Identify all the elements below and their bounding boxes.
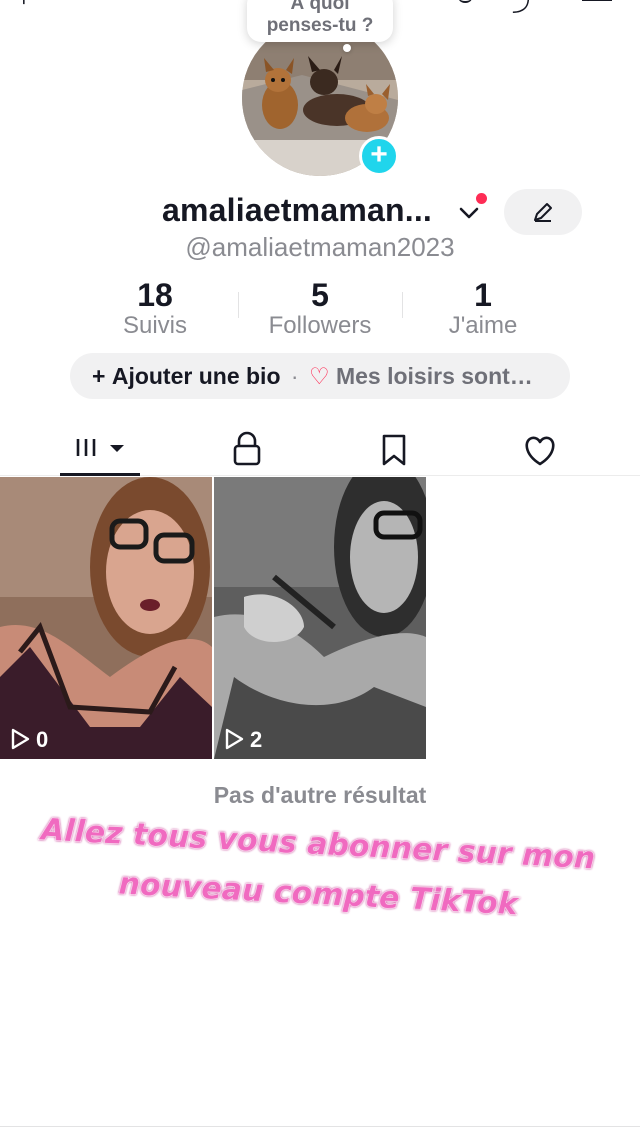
hobbies-label[interactable]: Mes loisirs sont… [336,363,533,389]
likes-stat[interactable]: 1 J'aime [403,278,563,340]
promo-text: Allez tous vous abonner sur mon nouveau … [38,812,597,923]
play-icon [11,728,30,750]
promo-line-2: nouveau compte TikTok [118,867,521,923]
videos-tab[interactable] [62,426,142,470]
content-tabs [0,418,640,476]
private-tab[interactable] [207,426,287,470]
followers-label: Followers [268,312,372,339]
profile-stats: 18 Suivis 5 Followers 1 J'aime [0,278,640,340]
plus-icon: + [370,138,388,171]
menu-icon[interactable] [582,0,612,1]
bookmark-icon [382,434,406,466]
notification-dot [476,193,487,204]
following-label: Suivis [122,312,188,339]
add-avatar-button[interactable]: + [359,136,399,176]
heart-icon [525,436,555,466]
no-more-results: Pas d'autre résultat [213,782,427,808]
video-thumbnail-image [214,477,426,759]
followers-count: 5 [311,277,329,313]
display-name[interactable]: amaliaetmaman... [162,192,432,229]
view-count: 2 [224,727,262,753]
bottom-divider [0,1126,640,1127]
bio-pill[interactable]: + Ajouter une bio · ♡ Mes loisirs sont… [70,353,570,399]
liked-tab[interactable] [500,426,580,470]
share-icon[interactable]: ⤴ [512,0,534,18]
following-count: 18 [137,277,173,313]
add-bio-label[interactable]: Ajouter une bio [112,363,281,389]
handle-text: @amaliaetmaman2023 [185,232,455,262]
video-grid: 0 2 [0,477,640,759]
stats-divider [238,292,239,318]
saved-tab[interactable] [354,426,434,470]
heart-icon: ♡ [308,363,330,389]
video-thumbnail[interactable]: 2 [214,477,426,759]
active-tab-indicator [60,473,140,476]
following-stat[interactable]: 18 Suivis [75,278,235,340]
bio-separator: · [290,363,299,389]
followers-stat[interactable]: 5 Followers [240,278,400,340]
pencil-icon [534,203,552,222]
username-handle: @amaliaetmaman2023 [0,232,640,263]
footprint-icon[interactable]: ⌣ [458,0,472,12]
chevron-down-icon[interactable] [456,200,482,226]
video-thumbnail[interactable]: 0 [0,477,212,759]
likes-label: J'aime [448,312,518,339]
grid-icon [76,439,124,456]
view-count-value: 2 [250,727,263,752]
back-icon[interactable]: ⌐ [22,0,35,12]
video-thumbnail-image [0,477,212,759]
view-count: 0 [10,727,48,753]
view-count-value: 0 [36,727,49,752]
bubble-line-2: penses-tu ? [266,15,374,36]
bubble-line-1: À quoi [290,0,350,14]
lock-icon [233,431,261,466]
bubble-tail-dot [343,44,351,52]
status-bubble[interactable]: À quoi penses-tu ? [247,0,393,52]
edit-profile-button[interactable] [504,189,582,235]
likes-count: 1 [474,277,492,313]
play-icon [225,728,244,750]
plus-icon: + [92,363,106,389]
